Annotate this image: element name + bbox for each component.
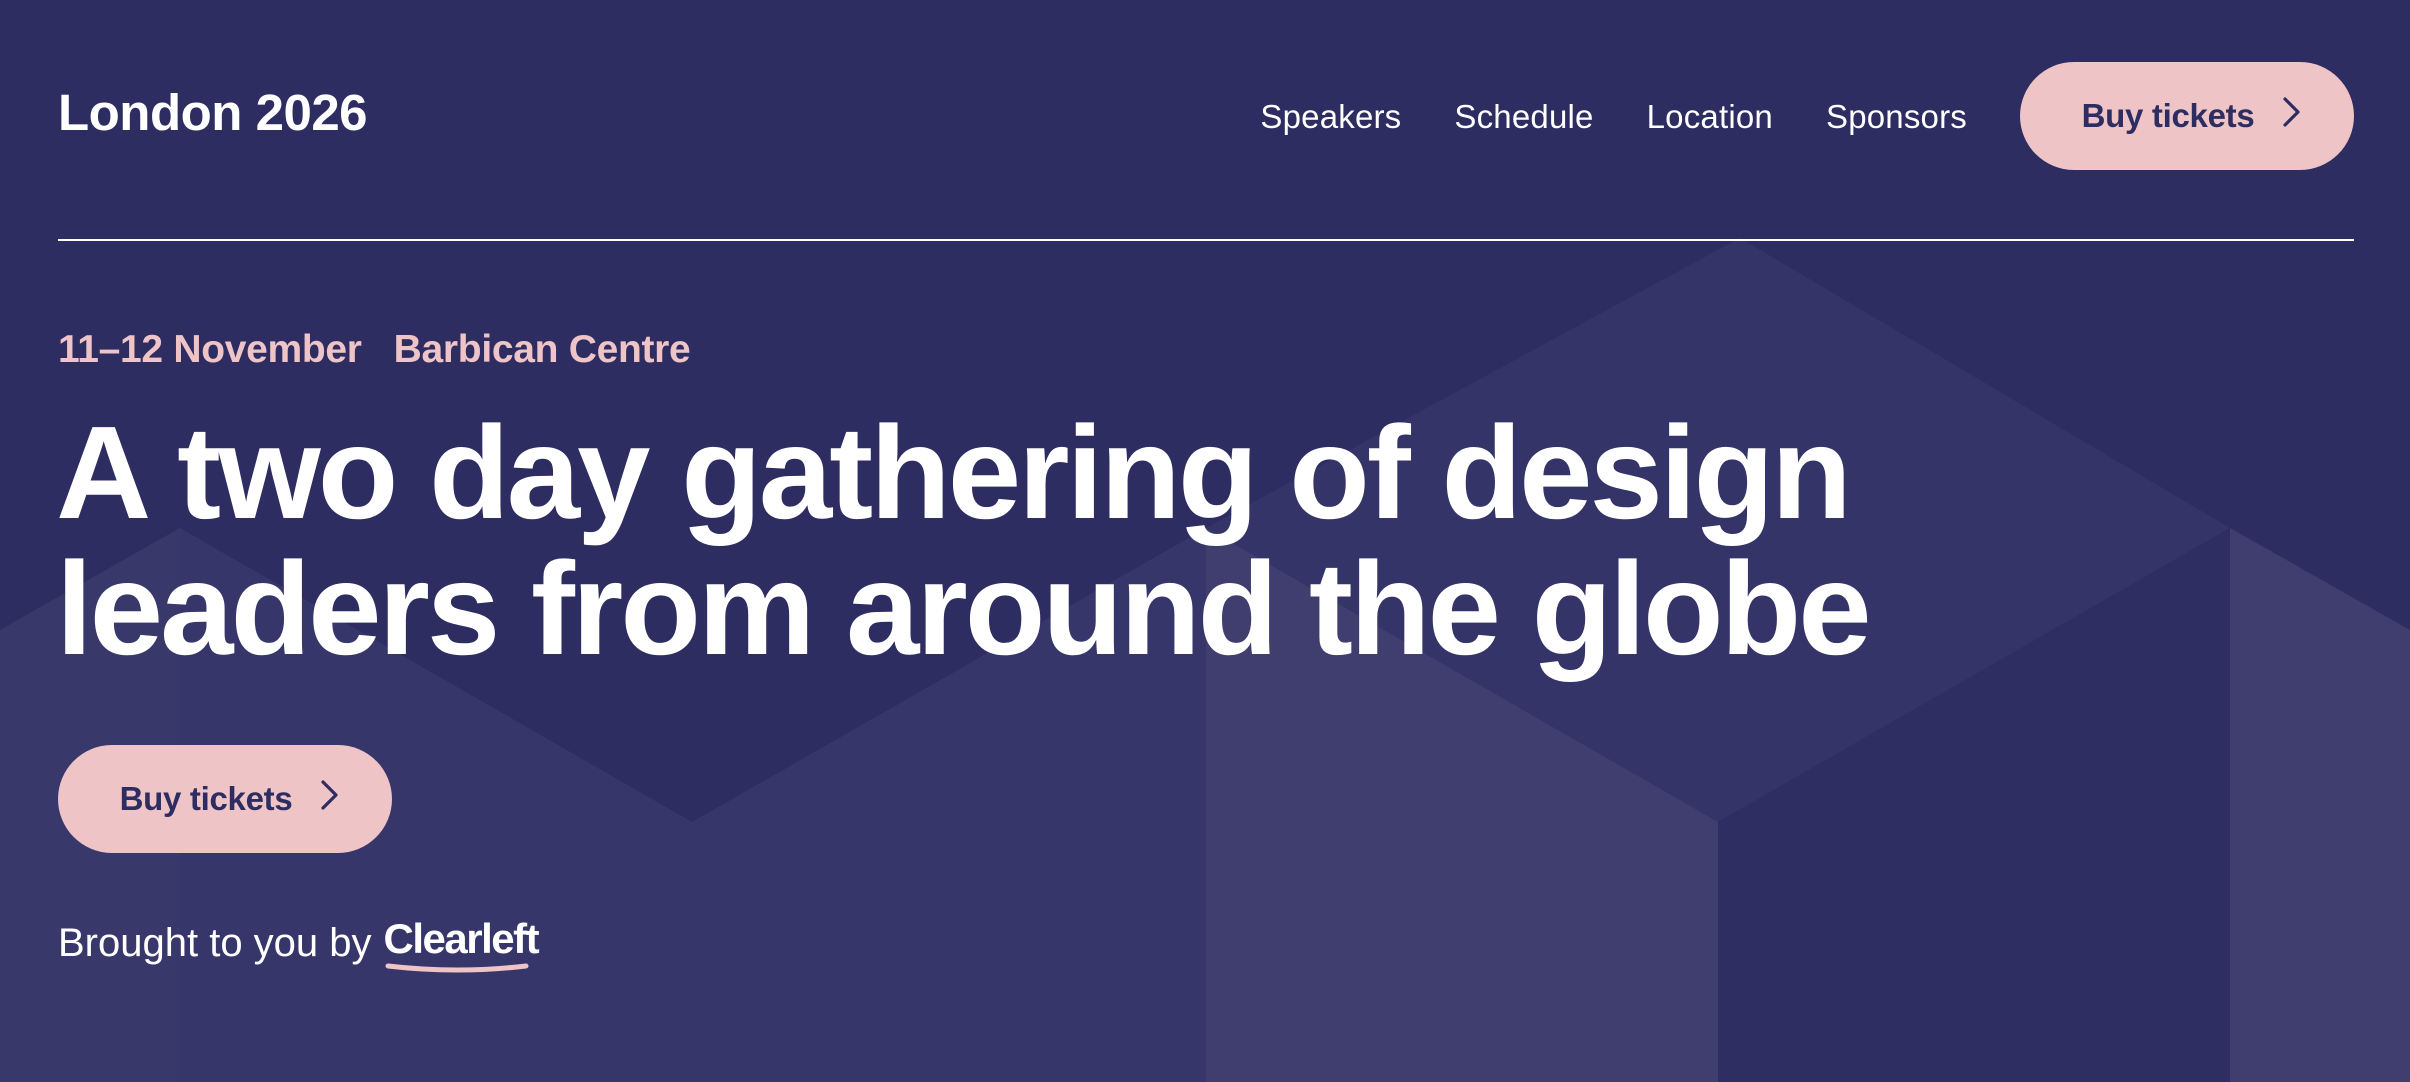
event-date: 11–12 November: [58, 328, 362, 371]
brought-to-you-by-text: Brought to you by: [58, 921, 372, 965]
header-divider: [58, 239, 2354, 241]
header-buy-tickets-button[interactable]: Buy tickets: [2020, 62, 2354, 170]
hero-headline-line-2: leaders from around the globe: [56, 535, 1872, 682]
main-nav: Speakers Schedule Location Sponsors Buy …: [1260, 62, 2354, 170]
chevron-right-icon: [2282, 96, 2302, 136]
site-header: London 2026 Speakers Schedule Location S…: [58, 62, 2354, 170]
site-logo[interactable]: London 2026: [58, 87, 368, 138]
nav-item-location[interactable]: Location: [1647, 100, 1773, 133]
brand-underline-icon: [385, 963, 529, 973]
hero-headline: A two day gathering of design leaders fr…: [56, 405, 1956, 677]
nav-item-schedule[interactable]: Schedule: [1454, 100, 1593, 133]
chevron-right-icon: [320, 779, 340, 819]
event-meta: 11–12 November Barbican Centre: [58, 328, 691, 371]
hero-headline-line-1: A two day gathering of design: [56, 399, 1852, 546]
nav-item-sponsors[interactable]: Sponsors: [1826, 100, 1967, 133]
event-venue: Barbican Centre: [393, 328, 691, 371]
brought-to-you-by: Brought to you by Clearleft: [58, 915, 540, 973]
clearleft-brand-name: Clearleft: [383, 915, 540, 962]
hero-buy-tickets-label: Buy tickets: [119, 780, 293, 817]
hero-buy-tickets-button[interactable]: Buy tickets: [58, 745, 392, 853]
header-buy-tickets-label: Buy tickets: [2081, 97, 2255, 134]
nav-item-speakers[interactable]: Speakers: [1260, 100, 1401, 133]
clearleft-logo-link[interactable]: Clearleft: [383, 915, 540, 973]
